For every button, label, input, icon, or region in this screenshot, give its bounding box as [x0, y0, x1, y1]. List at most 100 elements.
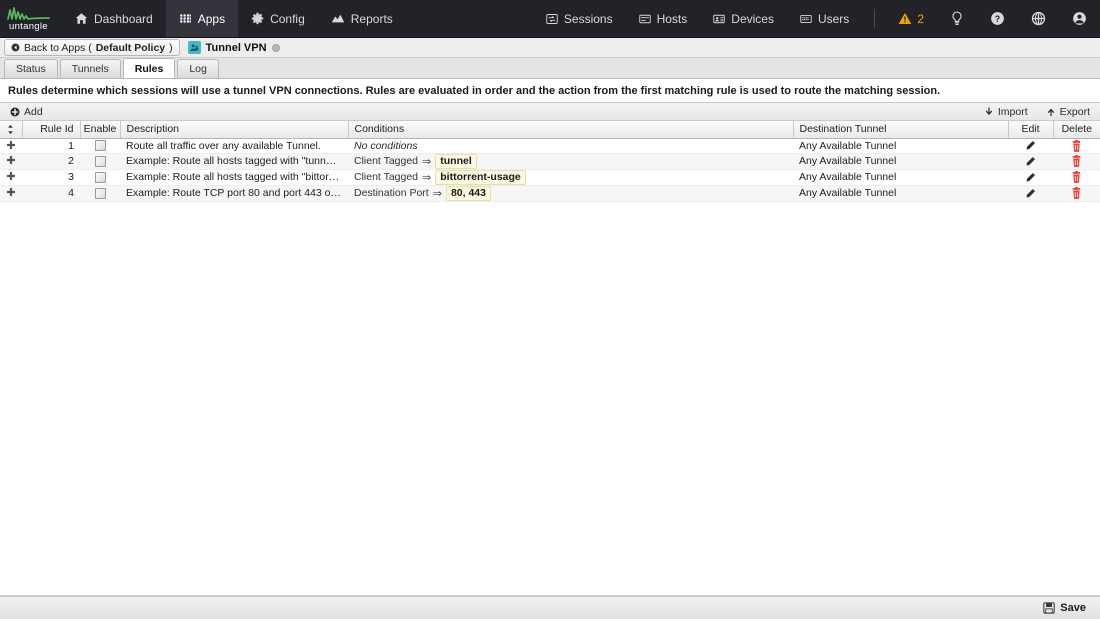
tab-status-label: Status	[16, 63, 46, 75]
account-icon	[1073, 12, 1086, 25]
condition-empty-text: No conditions	[354, 139, 418, 152]
row-drag-handle[interactable]: ✚	[0, 153, 22, 170]
app-tab-bar: Status Tunnels Rules Log	[0, 58, 1100, 79]
alerts-count: 2	[917, 11, 924, 26]
tunnel-vpn-icon	[187, 41, 201, 54]
page-footer: Save	[0, 596, 1100, 619]
tips-button[interactable]	[937, 0, 977, 37]
nav-item-sessions[interactable]: Sessions	[533, 0, 626, 37]
import-button[interactable]: Import	[980, 103, 1032, 120]
help-button[interactable]: ?	[977, 0, 1018, 37]
tab-log-label: Log	[189, 63, 207, 75]
cell-destination-tunnel: Any Available Tunnel	[793, 153, 1008, 170]
global-settings-button[interactable]	[1018, 0, 1059, 37]
cell-enable[interactable]	[80, 185, 120, 202]
account-button[interactable]	[1059, 0, 1100, 37]
delete-rule-button[interactable]	[1053, 169, 1100, 186]
nav-item-users[interactable]: Users	[787, 0, 862, 37]
row-drag-handle[interactable]: ✚	[0, 169, 22, 186]
nav-item-config[interactable]: Config	[238, 0, 318, 37]
chart-icon	[331, 14, 344, 23]
condition-field: Destination Port	[354, 187, 429, 199]
nav-item-dashboard-label: Dashboard	[94, 11, 153, 26]
pencil-icon	[1026, 188, 1036, 198]
svg-text:?: ?	[995, 14, 1000, 24]
tab-rules-label: Rules	[134, 62, 164, 75]
gear-icon	[251, 12, 264, 25]
row-drag-handle[interactable]: ✚	[0, 138, 22, 154]
table-row[interactable]: ✚ 4 Example: Route TCP port 80 and port 44…	[0, 185, 1100, 202]
edit-rule-button[interactable]	[1008, 138, 1053, 154]
rules-table-header-row: Rule Id Enable Description Conditions De…	[0, 121, 1100, 139]
enable-checkbox[interactable]	[94, 187, 106, 199]
svg-text:untangle: untangle	[9, 21, 48, 32]
cell-enable[interactable]	[80, 153, 120, 170]
nav-item-apps[interactable]: Apps	[165, 0, 239, 37]
tab-rules[interactable]: Rules	[122, 58, 176, 78]
status-dot	[271, 43, 280, 52]
untangle-logo[interactable]: untangle	[0, 0, 62, 37]
enable-checkbox[interactable]	[94, 140, 106, 152]
rules-table: Rule Id Enable Description Conditions De…	[0, 121, 1100, 202]
cell-description: Example: Route all hosts tagged with "bi…	[120, 169, 348, 186]
nav-item-devices[interactable]: Devices	[700, 0, 787, 37]
add-rule-button[interactable]: Add	[6, 103, 47, 120]
pencil-icon	[1026, 156, 1036, 166]
primary-nav-items: Dashboard Apps Config Reports	[62, 0, 406, 37]
nav-item-reports[interactable]: Reports	[318, 0, 406, 37]
cell-conditions: Destination Port ⇒ 80, 443	[348, 185, 793, 202]
alerts-button[interactable]: 2	[885, 0, 937, 37]
sort-updown-icon	[8, 124, 14, 134]
enable-checkbox[interactable]	[94, 155, 106, 167]
tab-tunnels[interactable]: Tunnels	[59, 59, 121, 78]
column-header-sort[interactable]	[0, 121, 23, 139]
cell-destination-tunnel: Any Available Tunnel	[793, 185, 1008, 202]
export-button[interactable]: Export	[1042, 103, 1094, 120]
save-label: Save	[1060, 602, 1086, 614]
cell-rule-id: 3	[22, 169, 80, 186]
edit-rule-button[interactable]	[1008, 185, 1053, 202]
column-header-edit[interactable]: Edit	[1008, 121, 1054, 139]
nav-item-dashboard[interactable]: Dashboard	[62, 0, 166, 37]
column-header-rule-id[interactable]: Rule Id	[22, 121, 81, 139]
delete-rule-button[interactable]	[1053, 138, 1100, 154]
rules-table-head: Rule Id Enable Description Conditions De…	[0, 121, 1100, 139]
table-row[interactable]: ✚ 2 Example: Route all hosts tagged with "…	[0, 153, 1100, 170]
cell-conditions: Client Tagged ⇒ bittorrent-usage	[348, 169, 793, 186]
cell-enable[interactable]	[80, 169, 120, 186]
table-row[interactable]: ✚ 3 Example: Route all hosts tagged with "…	[0, 169, 1100, 186]
column-header-destination-tunnel[interactable]: Destination Tunnel	[793, 121, 1009, 139]
drag-move-icon: ✚	[6, 139, 16, 152]
cell-description: Example: Route TCP port 80 and port 443 …	[120, 185, 348, 202]
column-header-delete[interactable]: Delete	[1053, 121, 1100, 139]
tunnel-vpn-glyph	[190, 43, 199, 51]
edit-rule-button[interactable]	[1008, 169, 1053, 186]
condition-value-chip: tunnel	[435, 153, 477, 168]
row-drag-handle[interactable]: ✚	[0, 185, 22, 202]
toolbar-right-group: Import Export	[980, 103, 1094, 120]
upload-arrow-icon	[1047, 108, 1054, 116]
cell-enable[interactable]	[80, 138, 120, 154]
delete-rule-button[interactable]	[1053, 185, 1100, 202]
back-to-apps-button[interactable]: Back to Apps (Default Policy)	[4, 39, 180, 56]
table-row[interactable]: ✚ 1 Route all traffic over any available T…	[0, 138, 1100, 154]
cell-destination-tunnel: Any Available Tunnel	[793, 169, 1008, 186]
column-header-conditions[interactable]: Conditions	[348, 121, 794, 139]
save-button[interactable]: Save	[1039, 600, 1090, 616]
nav-item-users-label: Users	[817, 11, 850, 26]
enable-checkbox[interactable]	[94, 171, 106, 183]
tab-log[interactable]: Log	[177, 59, 219, 78]
nav-item-hosts[interactable]: Hosts	[626, 0, 701, 37]
cell-rule-id: 4	[22, 185, 80, 202]
tab-status[interactable]: Status	[4, 59, 58, 78]
nav-divider	[874, 9, 876, 28]
cell-rule-id: 2	[22, 153, 80, 170]
delete-rule-button[interactable]	[1053, 153, 1100, 170]
column-header-description[interactable]: Description	[120, 121, 349, 139]
column-header-enable[interactable]: Enable	[80, 121, 121, 139]
cell-conditions: No conditions	[348, 138, 793, 154]
sessions-icon	[546, 13, 558, 24]
grid-apps-icon	[179, 14, 191, 23]
edit-rule-button[interactable]	[1008, 153, 1053, 170]
cell-destination-tunnel: Any Available Tunnel	[793, 138, 1008, 154]
